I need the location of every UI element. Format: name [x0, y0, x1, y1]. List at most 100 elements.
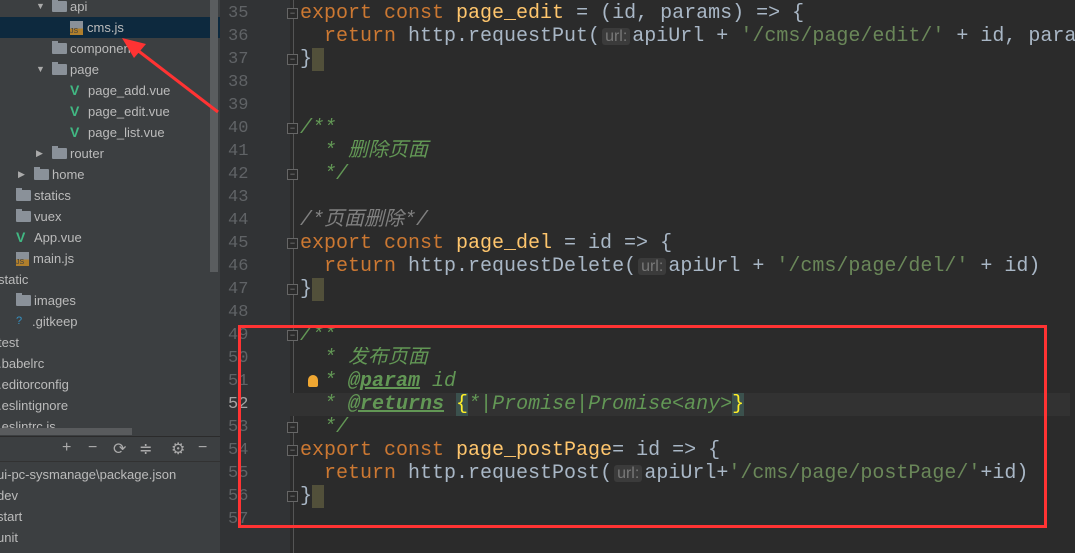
code-line[interactable]: * @returns {*|Promise|Promise<any>} — [290, 393, 1070, 416]
vue-file-icon: V — [16, 229, 26, 245]
tree-item[interactable]: .babelrc — [0, 353, 210, 374]
code-token: '/cms/page/postPage/' — [728, 462, 981, 485]
code-line[interactable]: export const page_postPage= id => { — [300, 439, 1075, 462]
code-line[interactable] — [300, 71, 1075, 94]
refresh-icon[interactable]: ⟳ — [113, 439, 126, 459]
fold-marker-icon[interactable]: − — [287, 284, 298, 295]
fold-marker-icon[interactable]: − — [287, 330, 298, 341]
lightbulb-icon[interactable] — [308, 375, 318, 387]
code-token: } — [300, 48, 313, 71]
tree-item[interactable]: V App.vue — [0, 227, 210, 248]
collapse-all-icon[interactable]: ≑ — [139, 439, 152, 459]
project-sidebar: ▼ api JS cms.js components ▼ page Vpage_add.vue… — [0, 0, 220, 553]
folder-icon — [16, 188, 31, 201]
code-line[interactable] — [300, 186, 1075, 209]
code-token: @param — [348, 370, 421, 393]
fold-marker-icon[interactable]: − — [287, 54, 298, 65]
line-number: 53 — [228, 418, 249, 437]
code-token: http.requestPut( — [408, 25, 601, 48]
code-line[interactable]: */ — [300, 163, 1075, 186]
code-token: } — [300, 278, 313, 301]
code-line[interactable]: export const page_edit = (id, params) =>… — [300, 2, 1075, 25]
tree-item[interactable]: vuex — [0, 206, 210, 227]
code-line[interactable]: * @param id — [300, 370, 1075, 393]
code-line[interactable]: * 删除页面 — [300, 140, 1075, 163]
code-token: return — [300, 25, 409, 48]
gear-icon[interactable]: ⚙ — [171, 439, 185, 459]
fold-marker-icon[interactable]: − — [287, 491, 298, 502]
remove-icon[interactable]: − — [88, 439, 97, 457]
code-token: = id => { — [552, 232, 673, 255]
tree-item[interactable]: test — [0, 332, 210, 353]
expand-arrow-icon[interactable]: ▼ — [36, 59, 45, 80]
code-line[interactable]: } — [300, 278, 1075, 301]
code-line[interactable]: } — [300, 48, 1075, 71]
fold-marker-icon[interactable]: − — [287, 445, 298, 456]
npm-toolbar: + − ⟳ ≑ ⚙ − — [0, 436, 220, 462]
code-token: { — [456, 393, 469, 416]
folder-icon — [52, 0, 67, 12]
code-line[interactable]: return http.requestPost(url: apiUrl+'/cms… — [300, 462, 1075, 485]
tree-item[interactable]: statics — [0, 185, 210, 206]
line-number: 46 — [228, 257, 249, 276]
collapse-arrow-icon[interactable]: ▶ — [36, 143, 43, 164]
tree-item[interactable]: components — [0, 38, 210, 59]
code-line[interactable]: /*页面删除*/ — [300, 209, 1075, 232]
fold-marker-icon[interactable]: − — [287, 238, 298, 249]
tree-item[interactable]: .eslintignore — [0, 395, 210, 416]
tree-item[interactable]: ▶ home — [0, 164, 210, 185]
code-token: */ — [300, 163, 349, 186]
code-line[interactable] — [300, 301, 1075, 324]
tree-item[interactable]: JS cms.js — [0, 17, 220, 38]
code-line[interactable]: * 发布页面 — [300, 347, 1075, 370]
fold-marker-icon[interactable]: − — [287, 169, 298, 180]
code-editor[interactable]: 35 36 37 38 39 40 41 42 43 44 45 46 47 48 49 50 51 52 53 54… — [220, 0, 1075, 553]
code-line[interactable]: return http.requestPut(url: apiUrl + '/cm… — [300, 25, 1075, 48]
code-line[interactable]: */ — [300, 416, 1075, 439]
tree-item[interactable]: Vpage_add.vue — [0, 80, 210, 101]
tree-item[interactable]: ▼ api — [0, 0, 210, 17]
code-line[interactable]: export const page_del = id => { — [300, 232, 1075, 255]
tree-item[interactable]: .editorconfig — [0, 374, 210, 395]
tree-item[interactable]: images — [0, 290, 210, 311]
code-line[interactable]: /** — [300, 324, 1075, 347]
npm-script-item[interactable]: start — [0, 506, 210, 527]
tree-item[interactable]: Vpage_edit.vue — [0, 101, 210, 122]
sidebar-horizontal-scrollbar[interactable] — [0, 428, 132, 435]
tree-item[interactable]: Vpage_list.vue — [0, 122, 210, 143]
npm-script-item[interactable]: unit — [0, 527, 210, 548]
tree-item[interactable]: ▶ router — [0, 143, 210, 164]
expand-arrow-icon[interactable]: ▼ — [36, 0, 45, 17]
collapse-arrow-icon[interactable]: ▶ — [18, 164, 25, 185]
fold-marker-icon[interactable]: − — [287, 8, 298, 19]
code-line[interactable]: return http.requestDelete(url: apiUrl + '… — [300, 255, 1075, 278]
code-line[interactable]: /** — [300, 117, 1075, 140]
code-token: return — [300, 255, 409, 278]
code-token: /** — [300, 324, 337, 347]
npm-script-item[interactable]: ui-pc-sysmanage\package.json — [0, 464, 210, 485]
code-line[interactable]: } — [300, 485, 1075, 508]
fold-marker-icon[interactable]: − — [287, 123, 298, 134]
tree-item[interactable]: ? .gitkeep — [0, 311, 210, 332]
tree-item[interactable]: static — [0, 269, 210, 290]
code-token: +id) — [980, 462, 1029, 485]
code-line[interactable] — [300, 94, 1075, 117]
code-token: export const — [300, 232, 457, 255]
fold-marker-icon[interactable]: − — [287, 422, 298, 433]
npm-script-item[interactable]: dev — [0, 485, 210, 506]
line-number: 36 — [228, 27, 249, 46]
line-number: 35 — [228, 4, 249, 23]
add-icon[interactable]: + — [62, 439, 71, 457]
minimize-icon[interactable]: − — [198, 439, 207, 457]
code-token: *|Promise|Promise<any> — [468, 393, 733, 416]
line-number: 48 — [228, 303, 249, 322]
code-token: = (id, params) => { — [564, 2, 805, 25]
code-line[interactable] — [300, 508, 1075, 531]
tree-item[interactable]: ▼ page — [0, 59, 210, 80]
sidebar-vertical-scrollbar[interactable] — [210, 0, 218, 272]
tree-item-label: api — [70, 0, 88, 14]
tree-item-label: main.js — [33, 251, 75, 266]
js-file-icon: JS — [70, 21, 83, 35]
tree-item[interactable]: JS main.js — [0, 248, 210, 269]
